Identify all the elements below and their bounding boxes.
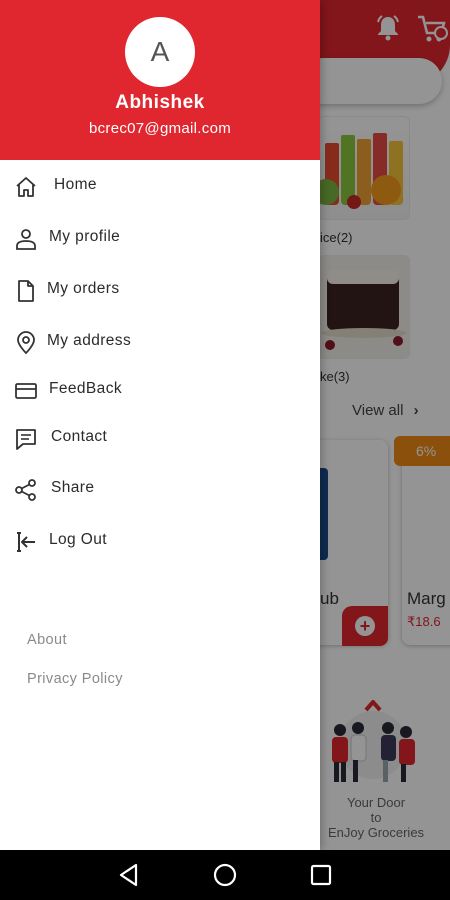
chat-icon	[14, 427, 38, 451]
menu-item-feedback[interactable]: FeedBack	[0, 368, 320, 412]
menu-item-label: Home	[54, 176, 97, 193]
user-email: bcrec07@gmail.com	[88, 120, 232, 137]
system-navigation-bar	[0, 850, 450, 900]
home-button-icon[interactable]	[212, 862, 238, 888]
feedback-icon	[14, 379, 38, 403]
menu-item-my-profile[interactable]: My profile	[0, 216, 320, 260]
menu-item-my-address[interactable]: My address	[0, 320, 320, 364]
drawer-header: A Abhishek bcrec07@gmail.com	[0, 0, 320, 160]
menu-item-contact[interactable]: Contact	[0, 416, 320, 460]
share-icon	[14, 478, 38, 502]
menu-item-label: Share	[51, 479, 95, 496]
document-icon	[14, 279, 38, 303]
back-icon[interactable]	[116, 862, 142, 888]
privacy-policy-link[interactable]: Privacy Policy	[27, 671, 123, 687]
menu-item-label: My orders	[47, 280, 120, 297]
menu-item-home[interactable]: Home	[0, 164, 320, 208]
menu-item-label: Log Out	[49, 531, 107, 548]
menu-item-label: FeedBack	[49, 380, 122, 397]
user-name: Abhishek	[115, 92, 205, 113]
recents-icon[interactable]	[308, 862, 334, 888]
menu-item-log-out[interactable]: Log Out	[0, 519, 320, 563]
home-icon	[14, 175, 38, 199]
avatar[interactable]: A	[125, 17, 195, 87]
menu-item-label: My profile	[49, 228, 121, 245]
about-link[interactable]: About	[27, 632, 67, 648]
menu-item-label: My address	[47, 332, 132, 349]
menu-item-my-orders[interactable]: My orders	[0, 268, 320, 312]
navigation-drawer: A Abhishek bcrec07@gmail.com Home My pro…	[0, 0, 320, 850]
menu-item-share[interactable]: Share	[0, 467, 320, 511]
menu-item-label: Contact	[51, 428, 108, 445]
location-pin-icon	[14, 331, 38, 355]
person-icon	[14, 227, 38, 251]
logout-icon	[14, 530, 38, 554]
